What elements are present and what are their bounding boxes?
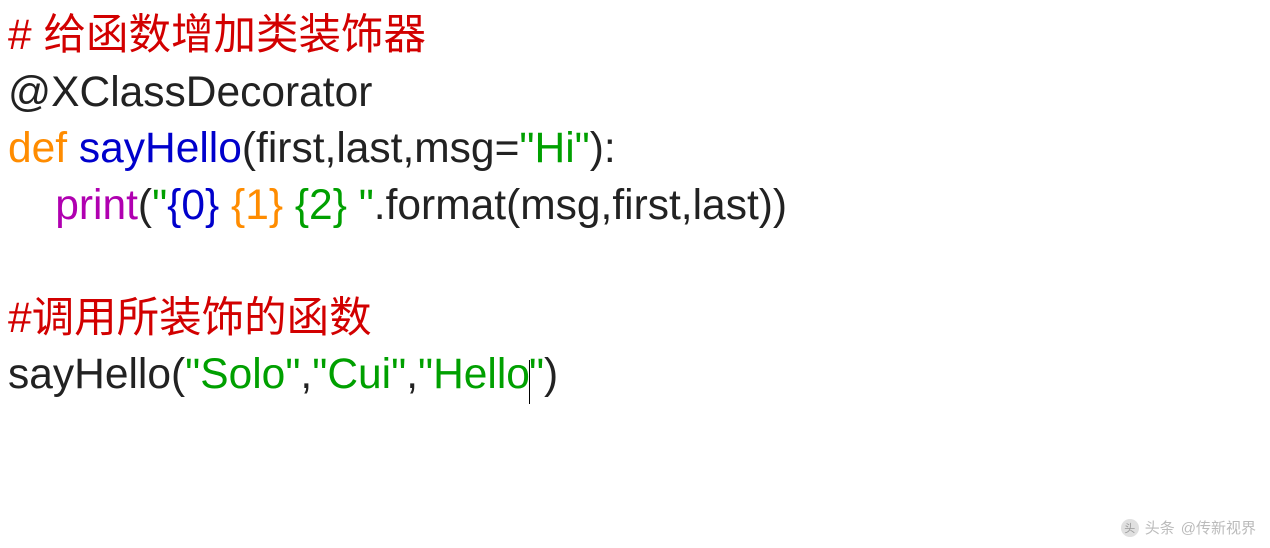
call-line: sayHello("Solo","Cui","Hello") <box>8 351 558 398</box>
func-def-line: def sayHello(first,last,msg="Hi"): <box>8 125 616 172</box>
text-cursor-icon <box>529 360 530 405</box>
watermark: 头 头条 @传新视界 <box>1121 517 1256 538</box>
decorator-line: @XClassDecorator <box>8 69 372 116</box>
print-line: print("{0} {1} {2} ".format(msg,first,la… <box>8 182 787 229</box>
comment-line-2: #调用所装饰的函数 <box>8 295 372 342</box>
watermark-label: 头条 <box>1145 517 1175 538</box>
comment-line-1: # 给函数增加类装饰器 <box>8 12 426 59</box>
code-block: # 给函数增加类装饰器 @XClassDecorator def sayHell… <box>0 0 1270 412</box>
toutiao-logo-icon: 头 <box>1121 519 1139 537</box>
watermark-author: @传新视界 <box>1181 517 1256 538</box>
